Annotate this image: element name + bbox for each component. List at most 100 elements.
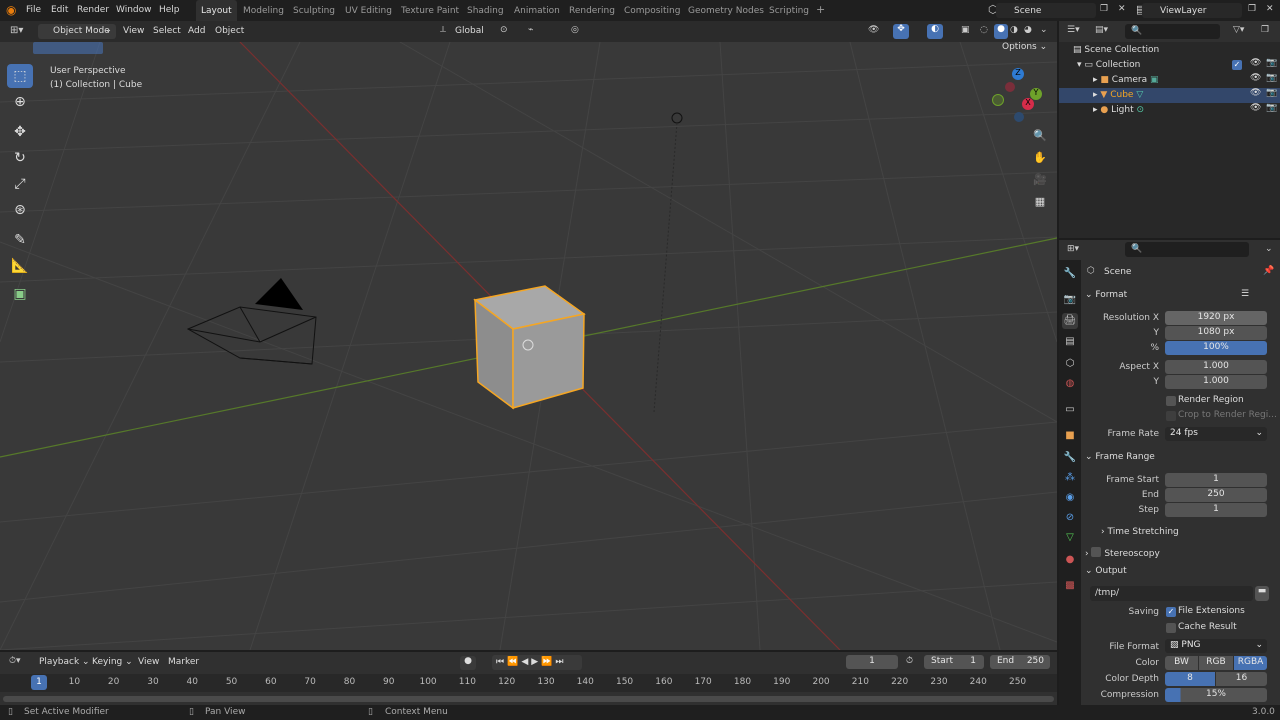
outliner-row-light[interactable]: ▸ ● Light ⊙: [1059, 103, 1280, 118]
color-depth-8-button[interactable]: 8: [1165, 672, 1215, 686]
crop-region-checkbox[interactable]: [1166, 411, 1176, 421]
jump-end-icon[interactable]: ⏭: [555, 657, 566, 667]
start-frame-field[interactable]: Start 1: [924, 655, 984, 669]
color-bw-button[interactable]: BW: [1165, 656, 1198, 670]
modifier-tab-icon[interactable]: 🔧: [1062, 450, 1078, 466]
gizmo-neg-y[interactable]: [992, 94, 1004, 106]
transform-icon[interactable]: ⊛: [7, 198, 33, 222]
output-panel-header[interactable]: ⌄ Output: [1085, 566, 1127, 576]
copy-viewlayer-icon[interactable]: ❐: [1248, 4, 1256, 14]
menu-window[interactable]: Window: [116, 5, 152, 15]
navigation-gizmo[interactable]: Z X Y: [990, 66, 1050, 126]
timeline-scrollbar[interactable]: [3, 696, 1054, 702]
time-stretching-panel-header[interactable]: › Time Stretching: [1101, 527, 1179, 537]
timeline-view-menu[interactable]: View: [133, 655, 164, 670]
editor-type-icon[interactable]: ⊞▾: [10, 25, 23, 36]
select-mode-buttons[interactable]: [33, 42, 103, 54]
tab-rendering[interactable]: Rendering: [564, 0, 620, 21]
menu-help[interactable]: Help: [159, 5, 180, 15]
tab-compositing[interactable]: Compositing: [619, 0, 685, 21]
add-cube-icon[interactable]: ▣: [7, 282, 33, 306]
measure-icon[interactable]: 📐: [7, 254, 33, 278]
resolution-y-field[interactable]: 1080 px: [1165, 326, 1267, 340]
expand-icon[interactable]: ▾: [1077, 60, 1082, 70]
filter-icon[interactable]: ▽▾: [1233, 25, 1244, 35]
3d-viewport[interactable]: User Perspective (1) Collection | Cube O…: [0, 42, 1057, 650]
expand-icon[interactable]: ▸: [1093, 75, 1098, 85]
record-icon[interactable]: ●: [460, 656, 476, 670]
timeline-editor-type-icon[interactable]: ⏱▾: [9, 656, 21, 666]
display-mode-icon[interactable]: ▤▾: [1095, 25, 1108, 35]
marker-menu[interactable]: Marker: [163, 655, 204, 670]
aspect-x-field[interactable]: 1.000: [1165, 360, 1267, 374]
render-region-checkbox[interactable]: [1166, 396, 1176, 406]
aspect-y-field[interactable]: 1.000: [1165, 375, 1267, 389]
output-tab-icon[interactable]: 🖨: [1062, 313, 1078, 329]
render-tab-icon[interactable]: 📷: [1062, 292, 1078, 308]
add-menu[interactable]: Add: [183, 24, 210, 39]
frame-ruler[interactable]: 1 10 20 30 40 50 60 70 80 90 100 110 120 130 140 150 160…: [0, 674, 1057, 692]
expand-icon[interactable]: ▸: [1093, 90, 1098, 100]
camera-view-icon[interactable]: 🎥: [1030, 170, 1050, 190]
cursor-icon[interactable]: ⊕: [7, 90, 33, 114]
tab-modeling[interactable]: Modeling: [238, 0, 289, 21]
physics-tab-icon[interactable]: ◉: [1062, 490, 1078, 506]
stereoscopy-checkbox[interactable]: [1091, 547, 1102, 557]
shading-wireframe-icon[interactable]: ◌: [980, 25, 988, 35]
stereoscopy-panel-header[interactable]: › Stereoscopy: [1085, 546, 1160, 559]
particles-tab-icon[interactable]: ⁂: [1062, 470, 1078, 486]
tab-shading[interactable]: Shading: [462, 0, 509, 21]
xray-icon[interactable]: ▣: [961, 25, 970, 35]
gizmo-z[interactable]: Z: [1012, 68, 1024, 80]
shading-solid-icon[interactable]: ●: [994, 24, 1008, 39]
object-tab-icon[interactable]: ■: [1062, 428, 1078, 444]
pin-icon[interactable]: 📌: [1263, 266, 1274, 276]
object-menu[interactable]: Object: [210, 24, 249, 39]
frame-rate-dropdown[interactable]: 24 fps ⌄: [1165, 427, 1267, 441]
overlay-toggle-icon[interactable]: ◐: [927, 24, 943, 39]
frame-range-panel-header[interactable]: ⌄ Frame Range: [1085, 452, 1155, 462]
zoom-icon[interactable]: 🔍: [1030, 126, 1050, 146]
options-dropdown[interactable]: Options ⌄: [1002, 42, 1047, 52]
current-frame-field[interactable]: 1: [846, 655, 898, 669]
gizmo-neg-z[interactable]: [1014, 112, 1024, 122]
view-layer-tab-icon[interactable]: ▤: [1062, 334, 1078, 350]
pivot-icon[interactable]: ⊙: [500, 25, 508, 35]
visibility-icon[interactable]: 👁: [868, 25, 879, 35]
menu-file[interactable]: File: [26, 5, 41, 15]
file-extensions-checkbox[interactable]: ✓: [1166, 607, 1176, 617]
render-camera-icon[interactable]: 📷 📷 📷 📷: [1266, 56, 1277, 116]
stopwatch-icon[interactable]: ⏱: [906, 656, 913, 666]
select-box-icon[interactable]: ⬚: [7, 64, 33, 88]
menu-edit[interactable]: Edit: [51, 5, 68, 15]
outliner-row-cube[interactable]: ▸ ▼ Cube ▽: [1059, 88, 1280, 103]
tab-scripting[interactable]: Scripting: [764, 0, 814, 21]
object-mode-dropdown[interactable]: Object Mode ⌄: [38, 24, 116, 39]
gizmo-y[interactable]: Y: [1030, 88, 1042, 100]
output-path-field[interactable]: /tmp/: [1090, 586, 1253, 601]
rotate-icon[interactable]: ↻: [7, 146, 33, 170]
outliner-row-collection[interactable]: ▾ ▭ Collection ✓: [1059, 58, 1280, 73]
blender-logo-icon[interactable]: ◉: [6, 3, 22, 18]
collection-tab-icon[interactable]: ▭: [1062, 402, 1078, 418]
ortho-grid-icon[interactable]: ▦: [1030, 192, 1050, 212]
prev-keyframe-icon[interactable]: ⏪: [507, 657, 521, 667]
menu-render[interactable]: Render: [77, 5, 109, 15]
properties-search-input[interactable]: 🔍: [1125, 242, 1249, 257]
compression-slider[interactable]: 15%: [1165, 688, 1267, 702]
format-panel-header[interactable]: ⌄ Format: [1085, 290, 1127, 300]
folder-icon[interactable]: ▬: [1255, 586, 1269, 601]
expand-icon[interactable]: ▸: [1093, 105, 1098, 115]
gizmo-x[interactable]: X: [1022, 98, 1034, 110]
delete-viewlayer-icon[interactable]: ✕: [1266, 4, 1274, 14]
playback-menu[interactable]: Playback ⌄: [34, 655, 95, 670]
tab-geometry-nodes[interactable]: Geometry Nodes: [683, 0, 769, 21]
light-object[interactable]: [653, 112, 683, 413]
tool-tab-icon[interactable]: 🔧: [1062, 266, 1078, 282]
keying-menu[interactable]: Keying ⌄: [87, 655, 138, 670]
properties-options-icon[interactable]: ⌄: [1265, 244, 1273, 254]
frame-start-field[interactable]: 1: [1165, 473, 1267, 487]
properties-editor-type-icon[interactable]: ⊞▾: [1067, 244, 1079, 254]
world-tab-icon[interactable]: ◍: [1062, 376, 1078, 392]
orientation-dropdown[interactable]: Global: [450, 24, 489, 39]
